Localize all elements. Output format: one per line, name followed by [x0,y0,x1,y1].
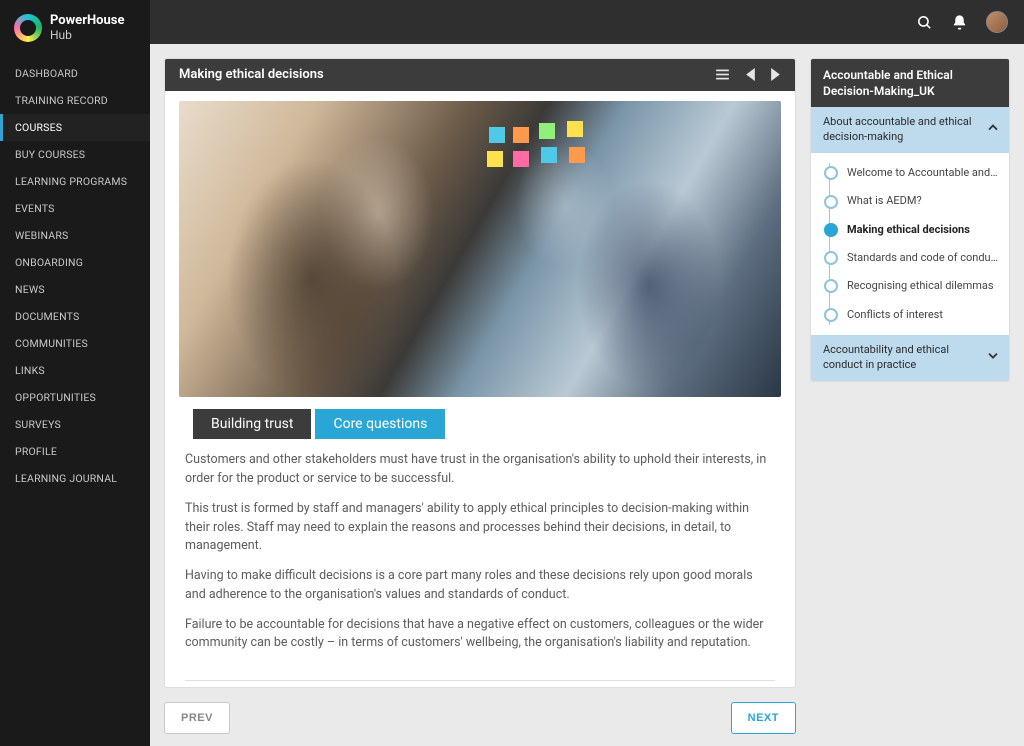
nav-surveys[interactable]: SURVEYS [0,411,150,438]
nav-webinars[interactable]: WEBINARS [0,222,150,249]
outline-item-welcome[interactable]: Welcome to Accountable and Ethical D… [811,159,1009,187]
nav-profile[interactable]: PROFILE [0,438,150,465]
notifications-icon[interactable] [951,14,968,31]
lesson-panel: Making ethical decisions [164,58,796,688]
main-area: Making ethical decisions [150,0,1024,746]
nav-courses[interactable]: COURSES [0,114,150,141]
next-arrow-icon[interactable] [770,68,781,81]
nav-learning-programs[interactable]: LEARNING PROGRAMS [0,168,150,195]
lesson-paragraph: Failure to be accountable for decisions … [185,616,775,654]
lesson-title: Making ethical decisions [179,67,324,82]
brand-mark-icon [14,14,42,42]
nav-learning-journal[interactable]: LEARNING JOURNAL [0,465,150,492]
outline-section-about[interactable]: About accountable and ethical decision-m… [811,107,1009,153]
outline-items: Welcome to Accountable and Ethical D… Wh… [811,153,1009,335]
chevron-down-icon [987,349,999,366]
avatar[interactable] [986,11,1008,33]
nav-training-record[interactable]: TRAINING RECORD [0,87,150,114]
nav-onboarding[interactable]: ONBOARDING [0,249,150,276]
outline-item-standards[interactable]: Standards and code of conduct [811,244,1009,272]
brand-line2: Hub [50,29,124,42]
brand-text: PowerHouse Hub [50,14,124,41]
tab-core-questions[interactable]: Core questions [315,409,445,439]
outline-item-what-is-aedm[interactable]: What is AEDM? [811,187,1009,215]
nav-links[interactable]: LINKS [0,357,150,384]
outline-item-recognising-dilemmas[interactable]: Recognising ethical dilemmas [811,272,1009,300]
pager: PREV NEXT [164,702,796,734]
lesson-hero-image [179,101,781,398]
topbar [150,0,1024,44]
lesson-paragraph: Having to make difficult decisions is a … [185,567,775,605]
nav-news[interactable]: NEWS [0,276,150,303]
lesson-body: Customers and other stakeholders must ha… [165,439,795,678]
outline-course-title: Accountable and Ethical Decision-Making_… [811,59,1009,107]
brand-logo[interactable]: PowerHouse Hub [0,0,150,60]
search-icon[interactable] [916,14,933,31]
content-tabs: Building trust Core questions [193,409,781,439]
nav-communities[interactable]: COMMUNITIES [0,330,150,357]
lesson-header: Making ethical decisions [165,59,795,91]
outline-item-making-ethical-decisions[interactable]: Making ethical decisions [811,216,1009,244]
nav-opportunities[interactable]: OPPORTUNITIES [0,384,150,411]
prev-arrow-icon[interactable] [745,68,756,81]
menu-icon[interactable] [714,66,731,83]
nav-dashboard[interactable]: DASHBOARD [0,60,150,87]
outline-item-conflicts[interactable]: Conflicts of interest [811,301,1009,329]
outline-section-label: About accountable and ethical decision-m… [823,115,972,143]
prev-button[interactable]: PREV [164,702,230,734]
outline-section-practice[interactable]: Accountability and ethical conduct in pr… [811,335,1009,381]
lesson-paragraph: Customers and other stakeholders must ha… [185,451,775,489]
sidebar: PowerHouse Hub DASHBOARD TRAINING RECORD… [0,0,150,746]
tab-building-trust[interactable]: Building trust [193,409,311,439]
chevron-up-icon [987,122,999,139]
lesson-paragraph: This trust is formed by staff and manage… [185,500,775,556]
divider [185,680,775,681]
brand-line1: PowerHouse [50,14,124,28]
primary-nav: DASHBOARD TRAINING RECORD COURSES BUY CO… [0,60,150,492]
nav-buy-courses[interactable]: BUY COURSES [0,141,150,168]
next-button[interactable]: NEXT [731,702,796,734]
outline-section-label: Accountability and ethical conduct in pr… [823,343,949,371]
course-outline: Accountable and Ethical Decision-Making_… [810,58,1010,382]
nav-events[interactable]: EVENTS [0,195,150,222]
nav-documents[interactable]: DOCUMENTS [0,303,150,330]
